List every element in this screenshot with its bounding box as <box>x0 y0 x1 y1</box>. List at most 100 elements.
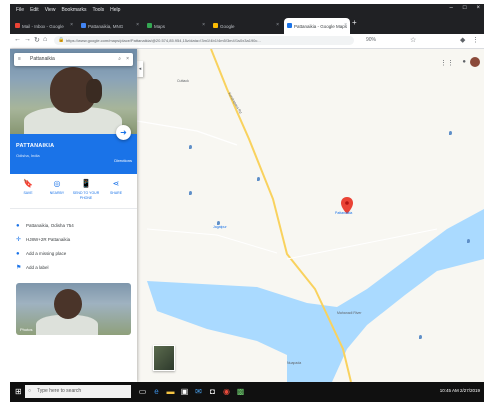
address-row[interactable]: ● Pattanaikia, Odisha 754 <box>16 221 74 230</box>
search-input[interactable]: Pattanaikia <box>30 53 55 66</box>
river-shape <box>147 209 484 382</box>
camera-icon[interactable]: ◘ <box>208 387 217 397</box>
back-icon[interactable]: ← <box>14 36 21 43</box>
close-tab-icon[interactable]: × <box>344 22 347 28</box>
new-tab-button[interactable]: + <box>352 18 357 27</box>
task-view-icon[interactable]: ▭ <box>138 387 147 397</box>
screen: File Edit View Bookmarks Tools Help – □ … <box>10 4 484 402</box>
map-label-nuapada[interactable]: Nuapada <box>287 361 301 365</box>
plus-code-row[interactable]: ✛ HJ8W+2R Pattanaikia <box>16 235 70 244</box>
map-label-cuttack[interactable]: Cuttack <box>177 79 189 83</box>
add-label-text: Add a label <box>26 265 49 270</box>
photos-label: Photos <box>20 327 33 332</box>
map-label-jagatpur[interactable]: Jagatpur <box>213 225 227 229</box>
zoom-level[interactable]: 90% <box>366 37 376 43</box>
store-icon[interactable]: ▣ <box>180 387 189 397</box>
poi-marker[interactable] <box>419 335 422 339</box>
plus-code-icon: ✛ <box>16 237 22 243</box>
save-button[interactable]: 🔖 SAVE <box>14 179 42 196</box>
site-favicon-icon <box>81 23 86 28</box>
map-graphic <box>137 49 484 382</box>
directions-button[interactable]: ➜ <box>116 125 131 140</box>
close-tab-icon[interactable]: × <box>70 22 73 28</box>
menu-view[interactable]: View <box>45 7 56 13</box>
collapse-panel-button[interactable]: ◂ <box>137 61 143 77</box>
lock-icon: 🔒 <box>58 37 65 43</box>
tray-time: 10:45 AM <box>439 388 459 393</box>
close-icon[interactable]: × <box>126 53 129 66</box>
search-icon[interactable]: ⌕ <box>118 53 121 66</box>
photos-thumbnail[interactable]: Photos <box>16 283 131 335</box>
location-icon: ● <box>16 222 20 229</box>
star-icon[interactable]: ☆ <box>410 36 416 44</box>
menu-file[interactable]: File <box>16 7 24 13</box>
taskbar-search-input[interactable]: ○ Type here to search <box>25 385 131 398</box>
forward-icon[interactable]: → <box>24 36 31 43</box>
poi-marker[interactable] <box>257 177 260 181</box>
avatar[interactable] <box>470 57 480 67</box>
apps-grid-icon[interactable]: ⋮⋮ <box>440 59 454 67</box>
home-icon[interactable]: ⌂ <box>43 36 47 43</box>
search-box[interactable]: ≡ Pattanaikia ⌕ × <box>14 53 133 66</box>
tab-mail[interactable]: Mail - Inbox - Google × <box>12 18 76 34</box>
minor-road <box>137 120 238 146</box>
maximize-button[interactable]: □ <box>463 5 467 11</box>
add-place-row[interactable]: ● Add a missing place <box>16 249 66 258</box>
nearby-icon: ◎ <box>53 179 61 188</box>
tab-pattanaikia-mng[interactable]: Pattanaikia, MNG × <box>78 18 142 34</box>
share-button[interactable]: ⋖ SHARE <box>102 179 130 196</box>
action-row: 🔖 SAVE ◎ NEARBY 📱 SEND TO YOUR PHONE ⋖ S… <box>10 174 137 209</box>
menu-bookmarks[interactable]: Bookmarks <box>61 7 86 13</box>
system-tray[interactable]: 10:45 AM 2/27/2019 <box>440 388 480 393</box>
save-label: SAVE <box>23 191 33 195</box>
menu-tools[interactable]: Tools <box>92 7 104 13</box>
tab-label: Maps <box>154 23 166 29</box>
poi-marker[interactable] <box>467 239 470 243</box>
poi-marker[interactable] <box>217 221 220 225</box>
search-circle-icon: ○ <box>28 388 32 394</box>
tab-strip: Mail - Inbox - Google × Pattanaikia, MNG… <box>10 16 484 34</box>
menu-help[interactable]: Help <box>110 7 120 13</box>
nearby-button[interactable]: ◎ NEARBY <box>43 179 71 196</box>
add-place-icon: ● <box>16 250 20 257</box>
tab-google-maps[interactable]: Pattanaikia - Google Maps × <box>284 18 350 34</box>
close-tab-icon[interactable]: × <box>276 22 279 28</box>
browser-menu-icon[interactable]: ⋮ <box>472 36 479 44</box>
poi-marker[interactable] <box>189 145 192 149</box>
directions-label: Directions <box>114 158 132 163</box>
tab-label: Pattanaikia - Google Maps <box>294 23 348 29</box>
notifications-icon[interactable]: ● <box>462 59 466 65</box>
close-window-button[interactable]: × <box>476 5 480 11</box>
map-canvas[interactable]: ◂ ⋮⋮ ● Pattanaikia Cuttack Mahanadi Rive… <box>137 49 484 382</box>
poi-marker[interactable] <box>189 191 192 195</box>
satellite-toggle[interactable] <box>153 345 175 371</box>
poi-marker[interactable] <box>449 131 452 135</box>
edge-icon[interactable]: e <box>152 387 161 397</box>
tray-date: 2/27/2019 <box>459 388 480 393</box>
reload-icon[interactable]: ↻ <box>34 36 40 44</box>
minimize-button[interactable]: – <box>450 5 453 11</box>
extension-icon[interactable]: ◆ <box>460 36 465 44</box>
close-tab-icon[interactable]: × <box>202 22 205 28</box>
mail-favicon-icon <box>15 23 20 28</box>
hamburger-menu-icon[interactable]: ≡ <box>18 53 21 66</box>
tab-google[interactable]: Google × <box>210 18 282 34</box>
mail-icon[interactable]: ✉ <box>194 387 203 397</box>
windows-start-icon[interactable]: ⊞ <box>15 387 22 396</box>
menu-edit[interactable]: Edit <box>30 7 39 13</box>
chrome-icon[interactable]: ◉ <box>222 387 231 397</box>
url-input[interactable]: 🔒 https://www.google.com/maps/place/Patt… <box>54 36 354 45</box>
pin-center <box>345 201 349 205</box>
share-label: SHARE <box>109 191 123 195</box>
url-text: https://www.google.com/maps/place/Pattan… <box>66 38 261 43</box>
add-label-row[interactable]: ⚑ Add a label <box>16 263 49 272</box>
app-icon[interactable]: ▩ <box>236 387 245 397</box>
phone-icon: 📱 <box>81 179 91 188</box>
file-explorer-icon[interactable]: ▬ <box>166 387 175 397</box>
photo-person <box>54 289 82 319</box>
directions-icon: ➜ <box>120 128 127 137</box>
map-label-pattanaikia[interactable]: Pattanaikia <box>335 211 352 215</box>
tab-maps[interactable]: Maps × <box>144 18 208 34</box>
send-to-phone-button[interactable]: 📱 SEND TO YOUR PHONE <box>72 179 100 201</box>
close-tab-icon[interactable]: × <box>136 22 139 28</box>
